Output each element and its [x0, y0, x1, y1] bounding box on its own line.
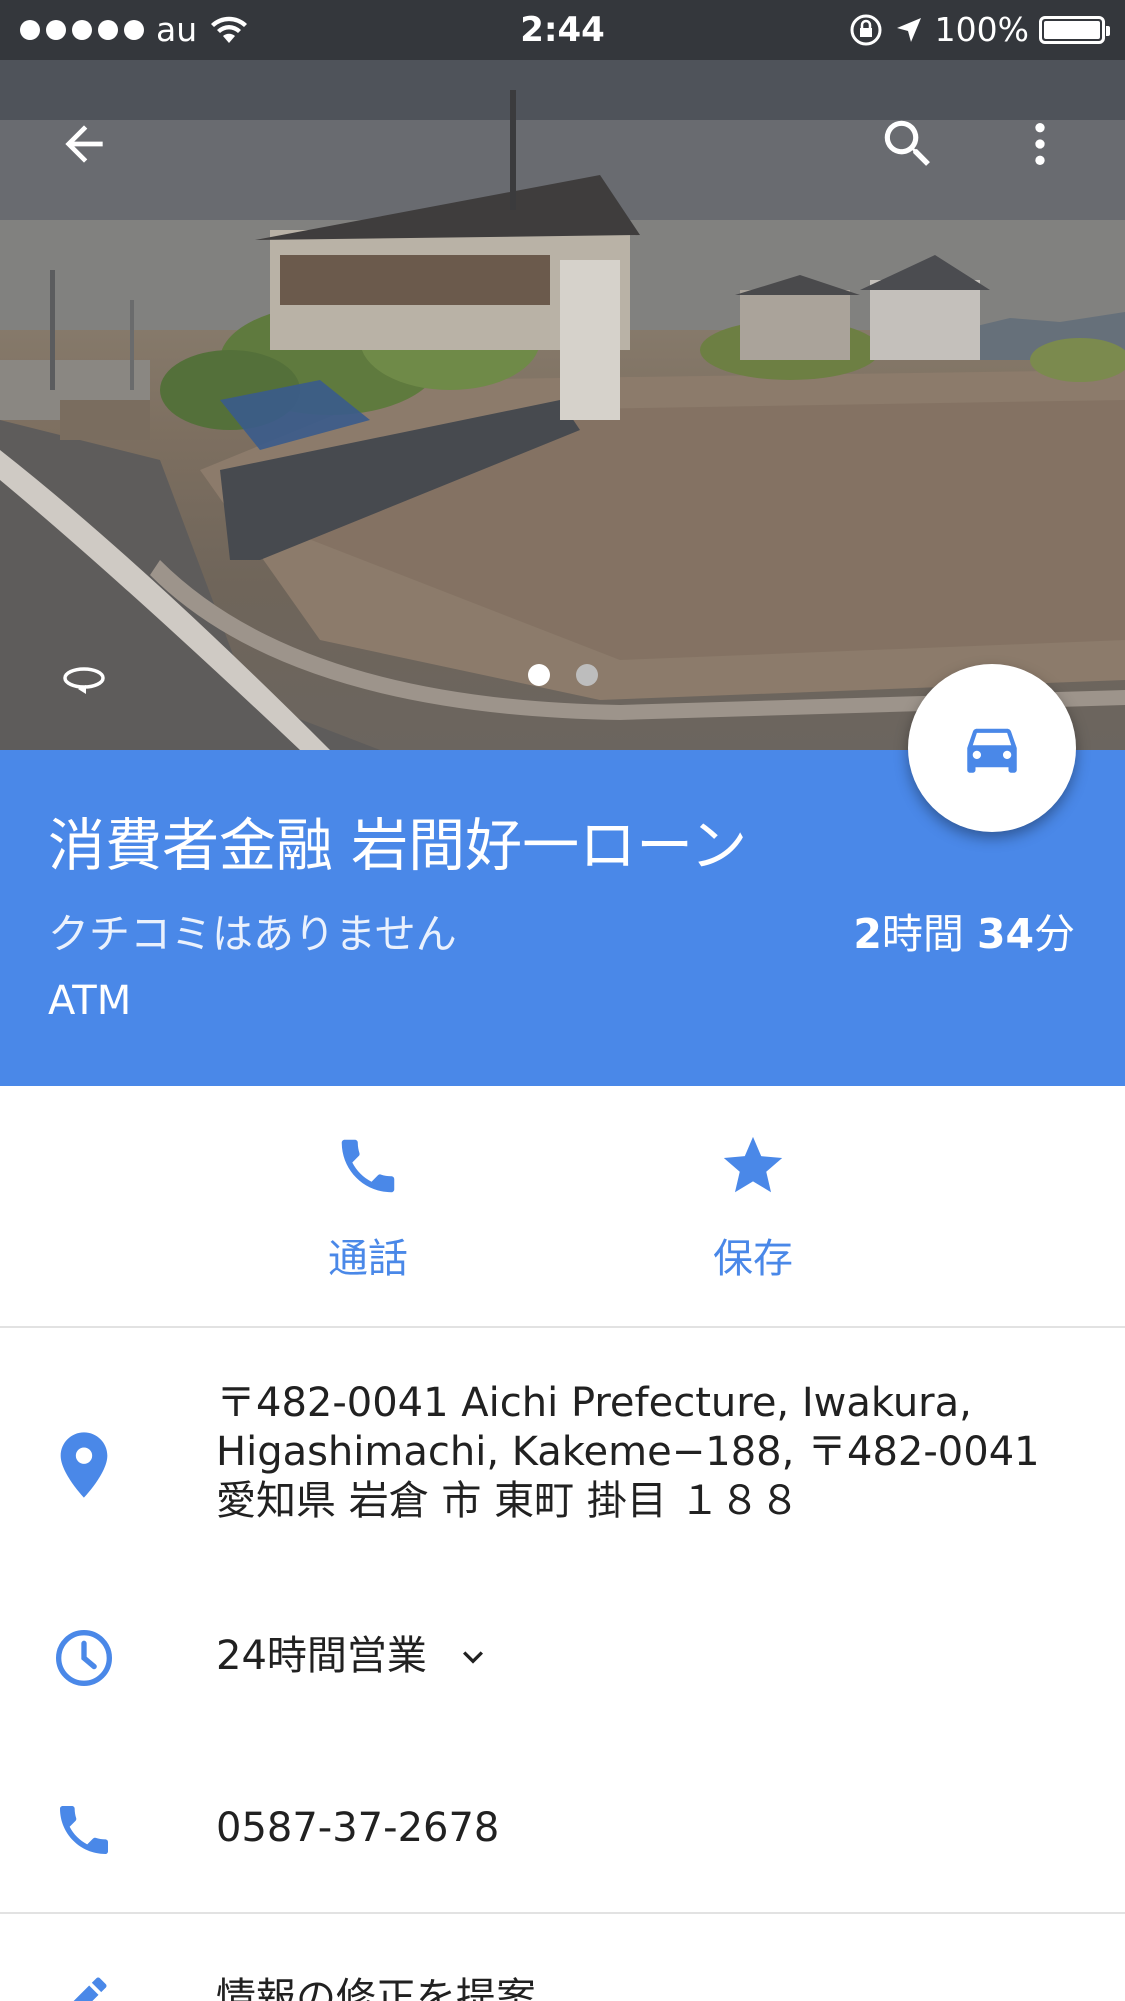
travel-time: 2時間 34分 — [853, 900, 1075, 960]
eta-hours-unit: 時間 — [881, 910, 964, 958]
call-button[interactable]: 通話 — [258, 1126, 478, 1284]
suggest-edit-row[interactable]: 情報の修正を提案 — [0, 1960, 1125, 2001]
phone-icon — [60, 1806, 108, 1854]
clock-icon — [56, 1630, 112, 1686]
eta-minutes: 34 — [976, 910, 1034, 958]
phone-icon — [341, 1139, 395, 1193]
battery-percentage: 100% — [934, 10, 1029, 49]
status-bar: au 2:44 100% — [0, 0, 1125, 60]
eta-hours: 2 — [853, 910, 882, 958]
address-text: 〒482-0041 Aichi Prefecture, Iwakura, Hig… — [216, 1380, 1040, 1524]
status-right: 100% — [849, 10, 1110, 49]
save-button[interactable]: 保存 — [643, 1126, 863, 1284]
place-details-screen: au 2:44 100% 消費者金融 岩間好一ローン クチコミはありません 2時… — [0, 0, 1125, 2001]
divider — [0, 1912, 1125, 1914]
orientation-lock-icon — [850, 14, 882, 46]
back-button[interactable] — [44, 104, 124, 184]
suggest-icon-wrap — [44, 1960, 124, 2001]
phone-row[interactable]: 0587-37-2678 — [0, 1790, 1125, 1870]
pencil-icon — [73, 1977, 107, 2001]
call-label: 通話 — [328, 1236, 408, 1282]
street-view-image — [0, 0, 1125, 750]
search-icon — [884, 120, 930, 166]
pager-dot[interactable] — [575, 664, 598, 686]
address-row[interactable]: 〒482-0041 Aichi Prefecture, Iwakura, Hig… — [0, 1375, 1125, 1535]
address-icon-wrap — [44, 1425, 124, 1505]
street-view-photo[interactable]: au 2:44 100% — [0, 0, 1125, 750]
hours-icon-wrap — [44, 1618, 124, 1698]
location-services-icon — [896, 18, 921, 42]
search-button[interactable] — [868, 104, 948, 184]
place-title: 消費者金融 岩間好一ローン — [48, 813, 748, 879]
hours-row[interactable]: 24時間営業 — [0, 1618, 1125, 1698]
suggest-edit-label: 情報の修正を提案 — [216, 1975, 536, 2001]
location-pin-icon — [60, 1432, 108, 1498]
place-category: ATM — [48, 978, 132, 1024]
action-bar: 通話 保存 — [0, 1086, 1125, 1328]
more-vert-icon — [1035, 123, 1045, 165]
phone-number: 0587-37-2678 — [216, 1805, 500, 1851]
directions-button[interactable] — [908, 664, 1076, 832]
phone-icon-wrap — [44, 1790, 124, 1870]
reviews-status: クチコミはありません — [48, 910, 457, 958]
arrow-back-icon — [65, 125, 103, 163]
chevron-down-icon[interactable] — [453, 1637, 493, 1677]
eta-minutes-unit: 分 — [1034, 910, 1075, 958]
pager-dot-active[interactable] — [527, 664, 550, 686]
battery-icon — [1039, 16, 1110, 44]
hours-text: 24時間営業 — [216, 1633, 427, 1679]
save-label: 保存 — [713, 1236, 793, 1282]
hours-summary: 24時間営業 — [216, 1632, 1085, 1681]
star-icon — [723, 1136, 783, 1193]
more-options-button[interactable] — [1000, 104, 1080, 184]
car-icon — [967, 728, 1017, 773]
